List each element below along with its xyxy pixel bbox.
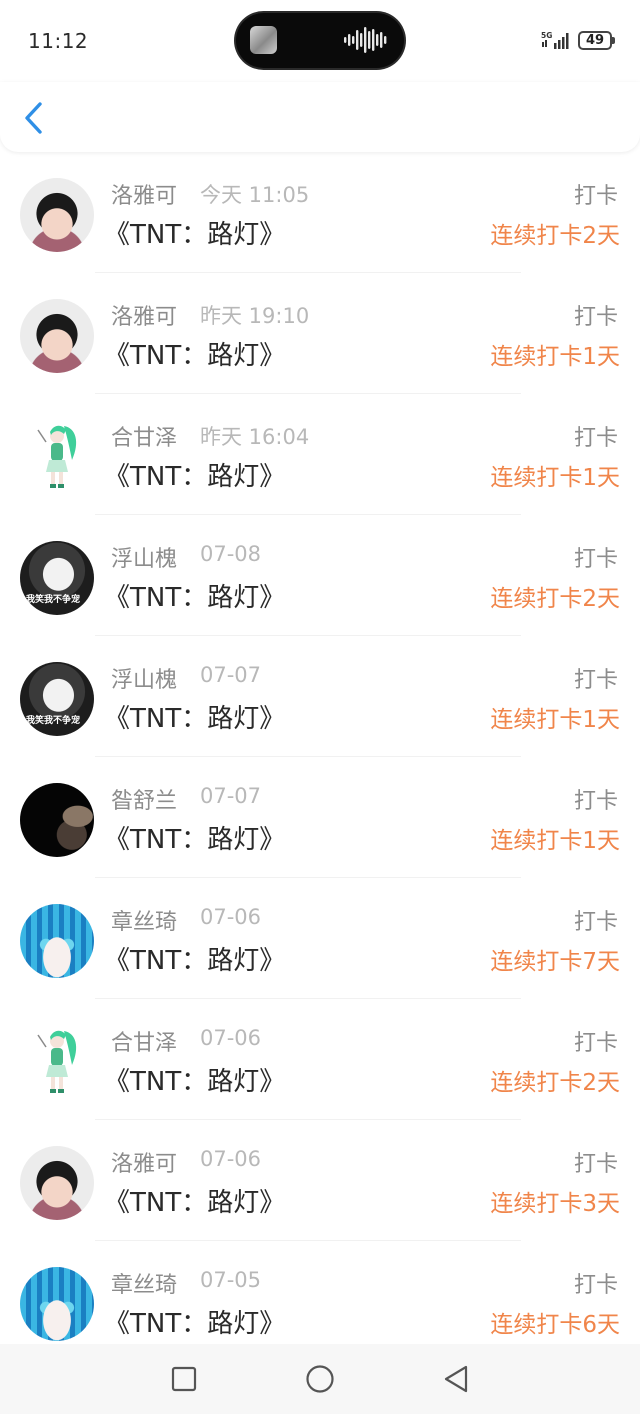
checkin-time: 07-05 <box>200 1268 262 1292</box>
checkin-time: 07-06 <box>200 1147 262 1171</box>
chevron-left-icon <box>25 102 42 134</box>
avatar[interactable] <box>20 783 94 857</box>
avatar-caption: 我笑我不争宠 <box>26 716 81 726</box>
cellular-signal-icon: 5G <box>541 31 569 49</box>
avatar-caption: 我笑我不争宠 <box>26 595 81 605</box>
work-title: 《TNT：路灯》 <box>104 825 286 855</box>
avatar[interactable] <box>20 1146 94 1220</box>
screen: 11:12 5G 49 洛雅可 今天 11:05 《TNT：路灯》 打卡 连续打… <box>0 0 640 1414</box>
work-title: 《TNT：路灯》 <box>104 220 286 250</box>
work-title: 《TNT：路灯》 <box>104 704 286 734</box>
streak-label: 连续打卡1天 <box>490 828 620 854</box>
avatar[interactable] <box>20 178 94 252</box>
action-label: 打卡 <box>573 1031 618 1056</box>
streak-label: 连续打卡2天 <box>490 1070 620 1096</box>
list-item[interactable]: 合甘泽 昨天 16:04 《TNT：路灯》 打卡 连续打卡1天 <box>0 394 640 515</box>
streak-label: 连续打卡3天 <box>490 1191 620 1217</box>
action-label: 打卡 <box>573 305 618 330</box>
checkin-list: 洛雅可 今天 11:05 《TNT：路灯》 打卡 连续打卡2天 洛雅可 昨天 1… <box>0 152 640 1344</box>
triangle-back-icon <box>444 1365 468 1393</box>
user-name: 洛雅可 <box>111 305 178 330</box>
anime-figure-image <box>37 1030 77 1093</box>
list-item[interactable]: 洛雅可 07-06 《TNT：路灯》 打卡 连续打卡3天 <box>0 1120 640 1241</box>
user-name: 浮山槐 <box>111 668 178 693</box>
status-bar: 11:12 5G 49 <box>0 0 640 82</box>
streak-label: 连续打卡7天 <box>490 949 620 975</box>
anime-figure-image <box>37 425 77 488</box>
work-title: 《TNT：路灯》 <box>104 1067 286 1097</box>
action-label: 打卡 <box>573 184 618 209</box>
streak-label: 连续打卡6天 <box>490 1312 620 1338</box>
action-label: 打卡 <box>573 1152 618 1177</box>
action-label: 打卡 <box>573 426 618 451</box>
avatar[interactable] <box>20 299 94 373</box>
battery-indicator: 49 <box>578 31 615 50</box>
list-item[interactable]: 洛雅可 今天 11:05 《TNT：路灯》 打卡 连续打卡2天 <box>0 152 640 273</box>
action-label: 打卡 <box>573 547 618 572</box>
network-label: 5G <box>541 31 552 40</box>
avatar[interactable]: 我笑我不争宠 <box>20 541 94 615</box>
avatar[interactable] <box>20 904 94 978</box>
system-nav-bar <box>0 1344 640 1414</box>
user-name: 合甘泽 <box>111 426 178 451</box>
avatar[interactable] <box>20 420 94 494</box>
list-item[interactable]: 章丝琦 07-06 《TNT：路灯》 打卡 连续打卡7天 <box>0 878 640 999</box>
list-item[interactable]: 我笑我不争宠 浮山槐 07-08 《TNT：路灯》 打卡 连续打卡2天 <box>0 515 640 636</box>
dynamic-island[interactable] <box>236 13 404 68</box>
checkin-time: 07-06 <box>200 1026 262 1050</box>
list-item[interactable]: 合甘泽 07-06 《TNT：路灯》 打卡 连续打卡2天 <box>0 999 640 1120</box>
avatar[interactable] <box>20 1025 94 1099</box>
audio-wave-icon <box>344 27 387 53</box>
checkin-time: 07-06 <box>200 905 262 929</box>
square-icon <box>171 1366 197 1392</box>
action-label: 打卡 <box>573 668 618 693</box>
work-title: 《TNT：路灯》 <box>104 946 286 976</box>
work-title: 《TNT：路灯》 <box>104 1309 286 1339</box>
nav-back-button[interactable] <box>438 1361 474 1397</box>
list-item[interactable]: 洛雅可 昨天 19:10 《TNT：路灯》 打卡 连续打卡1天 <box>0 273 640 394</box>
streak-label: 连续打卡1天 <box>490 465 620 491</box>
checkin-time: 07-07 <box>200 663 262 687</box>
list-item[interactable]: 昝舒兰 07-07 《TNT：路灯》 打卡 连续打卡1天 <box>0 757 640 878</box>
streak-label: 连续打卡2天 <box>490 586 620 612</box>
user-name: 洛雅可 <box>111 184 178 209</box>
checkin-time: 昨天 19:10 <box>200 304 310 328</box>
streak-label: 连续打卡2天 <box>490 223 620 249</box>
streak-label: 连续打卡1天 <box>490 344 620 370</box>
work-title: 《TNT：路灯》 <box>104 1188 286 1218</box>
back-button[interactable] <box>14 96 54 140</box>
list-item[interactable]: 我笑我不争宠 浮山槐 07-07 《TNT：路灯》 打卡 连续打卡1天 <box>0 636 640 757</box>
user-name: 合甘泽 <box>111 1031 178 1056</box>
streak-label: 连续打卡1天 <box>490 707 620 733</box>
checkin-time: 昨天 16:04 <box>200 425 310 449</box>
avatar[interactable]: 我笑我不争宠 <box>20 662 94 736</box>
checkin-time: 07-08 <box>200 542 262 566</box>
action-label: 打卡 <box>573 910 618 935</box>
home-button[interactable] <box>302 1361 338 1397</box>
action-label: 打卡 <box>573 789 618 814</box>
avatar[interactable] <box>20 1267 94 1341</box>
user-name: 章丝琦 <box>111 1273 178 1298</box>
checkin-time: 今天 11:05 <box>200 183 310 207</box>
user-name: 浮山槐 <box>111 547 178 572</box>
user-name: 洛雅可 <box>111 1152 178 1177</box>
work-title: 《TNT：路灯》 <box>104 341 286 371</box>
recents-button[interactable] <box>166 1361 202 1397</box>
action-label: 打卡 <box>573 1273 618 1298</box>
circle-icon <box>306 1365 334 1393</box>
list-item[interactable]: 章丝琦 07-05 《TNT：路灯》 打卡 连续打卡6天 <box>0 1241 640 1344</box>
work-title: 《TNT：路灯》 <box>104 462 286 492</box>
checkin-time: 07-07 <box>200 784 262 808</box>
media-thumbnail <box>250 26 277 54</box>
top-app-bar <box>0 82 640 152</box>
work-title: 《TNT：路灯》 <box>104 583 286 613</box>
user-name: 昝舒兰 <box>111 789 178 814</box>
status-time: 11:12 <box>28 29 89 53</box>
battery-level: 49 <box>585 33 605 48</box>
user-name: 章丝琦 <box>111 910 178 935</box>
